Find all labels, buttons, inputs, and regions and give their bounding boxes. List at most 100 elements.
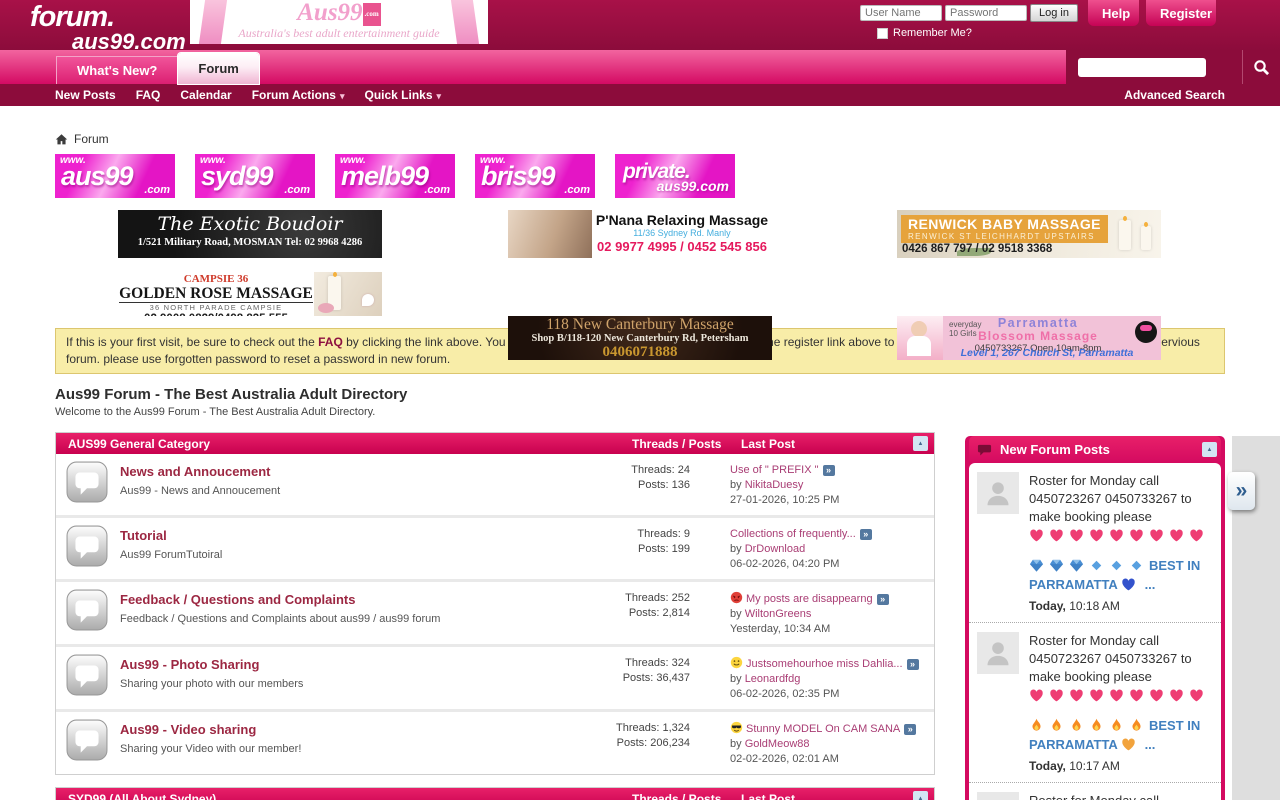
last-post-user-link[interactable]: GoldMeow88 xyxy=(745,738,810,750)
site-banner-melb99-com[interactable]: www.melb99.com xyxy=(335,154,455,198)
forum-description: Feedback / Questions and Complaints abou… xyxy=(120,613,580,625)
forum-description: Aus99 ForumTutoiral xyxy=(120,549,580,561)
forum-link[interactable]: Aus99 - Video sharing xyxy=(120,722,256,737)
nav-link-new-posts[interactable]: New Posts xyxy=(55,88,116,102)
nav-link-faq[interactable]: FAQ xyxy=(136,88,161,102)
forum-last-post: Justsomehourhoe miss Dahlia...»by Leonar… xyxy=(730,654,926,702)
site-banner-syd99-com[interactable]: www.syd99.com xyxy=(195,154,315,198)
forum-last-post: Stunny MODEL On CAM SANA»by GoldMeow8802… xyxy=(730,719,926,767)
site-logo[interactable]: forum. aus99.com xyxy=(30,3,186,53)
gem-icon xyxy=(1049,558,1064,573)
advanced-search-link[interactable]: Advanced Search xyxy=(1124,88,1225,102)
ad-banner-pnana-massage[interactable]: P'Nana Relaxing Massage 11/36 Sydney Rd.… xyxy=(508,210,772,258)
face-smile-icon xyxy=(730,656,743,669)
last-post-user-link[interactable]: WiltonGreens xyxy=(745,608,812,620)
goto-last-post-icon[interactable]: » xyxy=(860,529,872,540)
forum-status-icon xyxy=(66,589,108,631)
last-post-byline: by WiltonGreens xyxy=(730,607,926,622)
heart-icon xyxy=(1109,688,1124,703)
last-post-user-link[interactable]: Leonardfdg xyxy=(745,673,801,685)
search-button[interactable] xyxy=(1242,50,1280,84)
new-post-item[interactable]: Roster for Monday call 0450723267 045073… xyxy=(969,782,1221,800)
new-post-item[interactable]: Roster for Monday call 0450723267 045073… xyxy=(969,622,1221,782)
last-post-link[interactable]: My posts are disappearng xyxy=(746,593,873,605)
tab-forum[interactable]: Forum xyxy=(178,53,258,84)
flame-icon xyxy=(1129,718,1144,733)
banner-subtitle: Australia's best adult entertainment gui… xyxy=(190,26,488,41)
last-post-byline: by DrDownload xyxy=(730,542,926,557)
category-collapse-button[interactable]: ▲ xyxy=(913,436,928,451)
tab-whats-new[interactable]: What's New? xyxy=(56,56,178,84)
header-banner[interactable]: Aus99.com Australia's best adult enterta… xyxy=(190,0,488,44)
forum-description: Aus99 - News and Annoucement xyxy=(120,485,580,497)
sidebar-expand-button[interactable]: » xyxy=(1228,472,1255,510)
remember-me-checkbox[interactable] xyxy=(877,28,888,39)
last-post-link[interactable]: Use of " PREFIX " xyxy=(730,464,819,476)
last-post-link[interactable]: Collections of frequently... xyxy=(730,528,856,540)
heart-icon xyxy=(1029,528,1044,543)
category-header[interactable]: SYD99 (All About Sydney)Threads / PostsL… xyxy=(56,788,934,800)
ad-title: 118 New Canterbury Massage xyxy=(508,317,772,333)
last-post-user-link[interactable]: NikitaDuesy xyxy=(745,479,804,491)
site-banner-aus99-com[interactable]: www.aus99.com xyxy=(55,154,175,198)
post-time: Today, 10:18 AM xyxy=(1029,599,1213,613)
search-input[interactable] xyxy=(1078,58,1206,77)
ad-banner-golden-rose-massage[interactable]: CAMPSIE 36 GOLDEN ROSE MASSAGE 36 NORTH … xyxy=(118,272,382,316)
password-input[interactable] xyxy=(945,5,1027,21)
goto-last-post-icon[interactable]: » xyxy=(877,594,889,605)
last-post-user-link[interactable]: DrDownload xyxy=(745,543,806,555)
last-post-date: Yesterday, 10:34 AM xyxy=(730,622,926,637)
site-banner-row: www.aus99.com www.syd99.com www.melb99.com… xyxy=(55,154,1280,198)
heart-icon xyxy=(1089,528,1104,543)
category-header[interactable]: AUS99 General CategoryThreads / PostsLas… xyxy=(56,433,934,454)
nav-link-calendar[interactable]: Calendar xyxy=(180,88,231,102)
breadcrumb-forum-link[interactable]: Forum xyxy=(74,132,109,146)
gem-icon xyxy=(1029,558,1044,573)
forum-link[interactable]: Feedback / Questions and Complaints xyxy=(120,592,356,607)
forum-link[interactable]: Tutorial xyxy=(120,528,167,543)
salt-decor xyxy=(318,303,334,313)
widget-collapse-button[interactable]: ▲ xyxy=(1202,442,1217,457)
flame-icon xyxy=(1029,718,1044,733)
heart-icon xyxy=(1049,528,1064,543)
ad-banner-exotic-boudoir[interactable]: The Exotic Boudoir 1/521 Military Road, … xyxy=(118,210,382,258)
goto-last-post-icon[interactable]: » xyxy=(904,724,916,735)
forum-column: AUS99 General CategoryThreads / PostsLas… xyxy=(55,432,935,800)
goto-last-post-icon[interactable]: » xyxy=(823,465,835,476)
site-banner-private-aus99-com[interactable]: private.aus99.com xyxy=(615,154,735,198)
site-banner-bris99-com[interactable]: www.bris99.com xyxy=(475,154,595,198)
dia-icon xyxy=(1129,558,1144,573)
ad-subtitle: 36 NORTH PARADE CAMPSIE xyxy=(118,304,314,312)
home-icon[interactable] xyxy=(55,133,68,146)
last-post-link[interactable]: Justsomehourhoe miss Dahlia... xyxy=(746,658,903,670)
forum-last-post: My posts are disappearng » by WiltonGreens… xyxy=(730,589,926,637)
emoji-link-row: BEST IN PARRAMATTA ... xyxy=(1029,556,1213,594)
register-button[interactable]: Register xyxy=(1146,0,1216,26)
forum-last-post: Collections of frequently... » by DrDownlo… xyxy=(730,525,926,572)
forum-row: Aus99 - Photo SharingSharing your photo … xyxy=(56,644,934,709)
heart-icon xyxy=(1189,688,1204,703)
login-button[interactable]: Log in xyxy=(1030,4,1078,22)
faq-link[interactable]: FAQ xyxy=(318,335,343,349)
last-post-link[interactable]: Stunny MODEL On CAM SANA xyxy=(746,723,900,735)
heart-icon xyxy=(1169,528,1184,543)
help-button[interactable]: Help xyxy=(1088,0,1139,26)
dia-icon xyxy=(1109,558,1124,573)
new-post-item[interactable]: Roster for Monday call 0450723267 045073… xyxy=(969,463,1221,622)
category-collapse-button[interactable]: ▲ xyxy=(913,791,928,800)
nav-link-quick-links[interactable]: Quick Links▾ xyxy=(364,88,441,102)
ad-banner-canterbury-massage[interactable]: 118 New Canterbury Massage Shop B/118-12… xyxy=(508,316,772,360)
page-subtitle: Welcome to the Aus99 Forum - The Best Au… xyxy=(55,406,1280,418)
nav-link-forum-actions[interactable]: Forum Actions▾ xyxy=(252,88,345,102)
post-excerpt: Roster for Monday call 0450723267 045073… xyxy=(1029,632,1213,686)
new-posts-list: Roster for Monday call 0450723267 045073… xyxy=(969,463,1221,800)
ad-banner-renwick-massage[interactable]: RENWICK BABY MASSAGE RENWICK ST LEICHHAR… xyxy=(897,210,1161,258)
forum-link[interactable]: News and Annoucement xyxy=(120,464,270,479)
forum-link[interactable]: Aus99 - Photo Sharing xyxy=(120,657,259,672)
username-input[interactable] xyxy=(860,5,942,21)
goto-last-post-icon[interactable]: » xyxy=(907,659,919,670)
forum-stats: Threads: 1,324Posts: 206,234 xyxy=(580,719,690,767)
ad-banner-blossom-massage[interactable]: everyday10 Girls Parramatta Blossom Mass… xyxy=(897,316,1161,360)
ad-subtitle: RENWICK ST LEICHHARDT UPSTAIRS xyxy=(908,232,1101,241)
flame-icon xyxy=(1089,718,1104,733)
